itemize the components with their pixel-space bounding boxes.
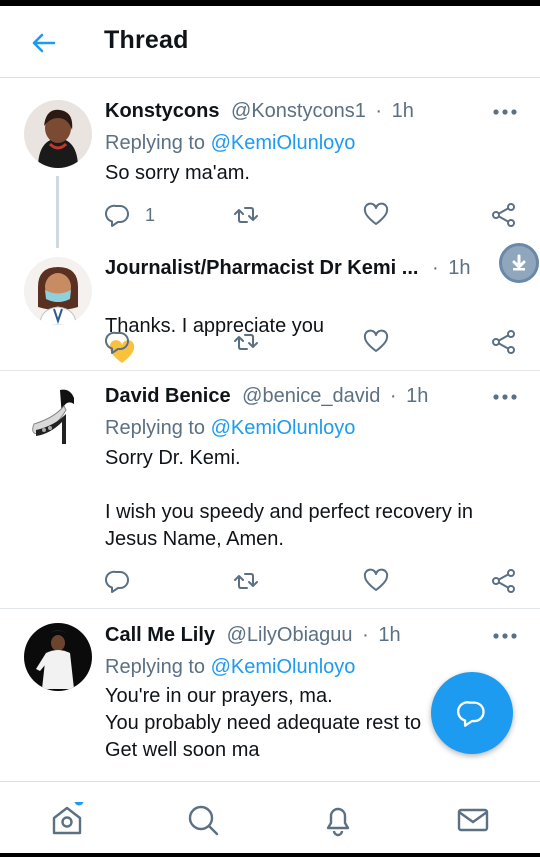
share-button[interactable] [491,328,517,356]
reply-count: 1 [145,204,156,225]
reply-button[interactable]: 1 [105,201,155,229]
avatar[interactable] [24,100,92,168]
tweet-journalist-pharmacist[interactable]: Journalist/Pharmacist Dr Kemi ... · 1h T… [0,246,540,371]
author-name[interactable]: David Benice [105,385,231,407]
avatar[interactable] [24,623,92,691]
more-options-icon[interactable] [492,632,518,640]
tweet-david-benice[interactable]: David Benice @benice_david · 1h Replying… [0,371,540,609]
avatar[interactable] [24,257,92,325]
tweet-meta: Call Me Lily @LilyObiaguu · 1h [105,624,401,647]
thread-header: Thread [0,6,540,78]
timestamp[interactable]: 1h [448,257,470,279]
mention-link[interactable]: @KemiOlunloyo [211,417,356,439]
compose-reply-button[interactable] [431,672,513,754]
download-icon [512,254,526,271]
author-handle[interactable]: @benice_david [242,385,380,407]
reply-icon [105,331,129,354]
download-overlay-button[interactable] [499,243,539,283]
reply-button[interactable] [105,567,131,595]
separator-dot: · [375,100,383,122]
system-nav-bar [0,853,540,857]
heart-icon [363,329,389,352]
page-title: Thread [104,26,189,54]
reply-icon [105,570,129,593]
share-button[interactable] [491,567,517,595]
author-name[interactable]: Konstycons [105,100,219,122]
more-options-icon[interactable] [492,108,518,116]
avatar[interactable] [24,384,92,452]
timestamp[interactable]: 1h [392,100,414,122]
replying-to: Replying to @KemiOlunloyo [105,132,355,155]
arrow-left-icon[interactable] [28,28,58,58]
separator-dot: · [362,624,369,646]
tweet-text: Sorry Dr. Kemi. I wish you speedy and pe… [105,447,473,550]
timestamp[interactable]: 1h [378,624,400,646]
like-button[interactable] [363,328,389,356]
tweet-text: So sorry ma'am. [105,162,250,184]
tweet-meta: Konstycons @Konstycons1 · 1h [105,100,414,123]
replying-to-label: Replying to [105,417,206,439]
replying-to-label: Replying to [105,132,206,154]
retweet-button[interactable] [233,567,259,595]
tweet-text: You're in our prayers, ma. You probably … [105,685,422,761]
compose-reply-icon [457,701,485,727]
retweet-icon [234,207,258,223]
tweet-konstycons[interactable]: Konstycons @Konstycons1 · 1h Replying to… [0,86,540,248]
messages-icon[interactable] [455,802,491,838]
retweet-icon [234,573,258,589]
tweet-meta: Journalist/Pharmacist Dr Kemi ... · 1h [105,257,470,280]
tweet-actions [105,567,525,595]
thread-connector [56,176,59,248]
heart-icon [363,568,389,591]
reply-button[interactable] [105,328,131,356]
retweet-button[interactable] [233,328,259,356]
home-icon[interactable] [49,802,85,838]
retweet-icon [234,334,258,350]
search-icon[interactable] [185,802,221,838]
notification-dot [74,802,84,806]
replying-to: Replying to @KemiOlunloyo [105,656,355,679]
replying-to: Replying to @KemiOlunloyo [105,417,355,440]
like-button[interactable] [363,567,389,595]
author-name[interactable]: Call Me Lily [105,624,215,646]
replying-to-label: Replying to [105,656,206,678]
heart-icon [363,202,389,225]
author-name[interactable]: Journalist/Pharmacist Dr Kemi ... [105,257,418,279]
tweet-meta: David Benice @benice_david · 1h [105,385,428,408]
author-handle[interactable]: @LilyObiaguu [227,624,353,646]
notifications-icon[interactable] [320,802,356,838]
share-icon [492,203,515,227]
timestamp[interactable]: 1h [406,385,428,407]
tweet-actions [105,328,525,356]
separator-dot: · [432,257,439,279]
bottom-navigation [0,781,540,857]
separator-dot: · [389,385,397,407]
share-button[interactable] [491,201,517,229]
mention-link[interactable]: @KemiOlunloyo [211,132,356,154]
retweet-button[interactable] [233,201,259,229]
mention-link[interactable]: @KemiOlunloyo [211,656,356,678]
more-options-icon[interactable] [492,393,518,401]
share-icon [492,330,515,354]
reply-icon [105,204,129,227]
author-handle[interactable]: @Konstycons1 [231,100,366,122]
like-button[interactable] [363,201,389,229]
share-icon [492,569,515,593]
tweet-actions: 1 [105,201,525,229]
